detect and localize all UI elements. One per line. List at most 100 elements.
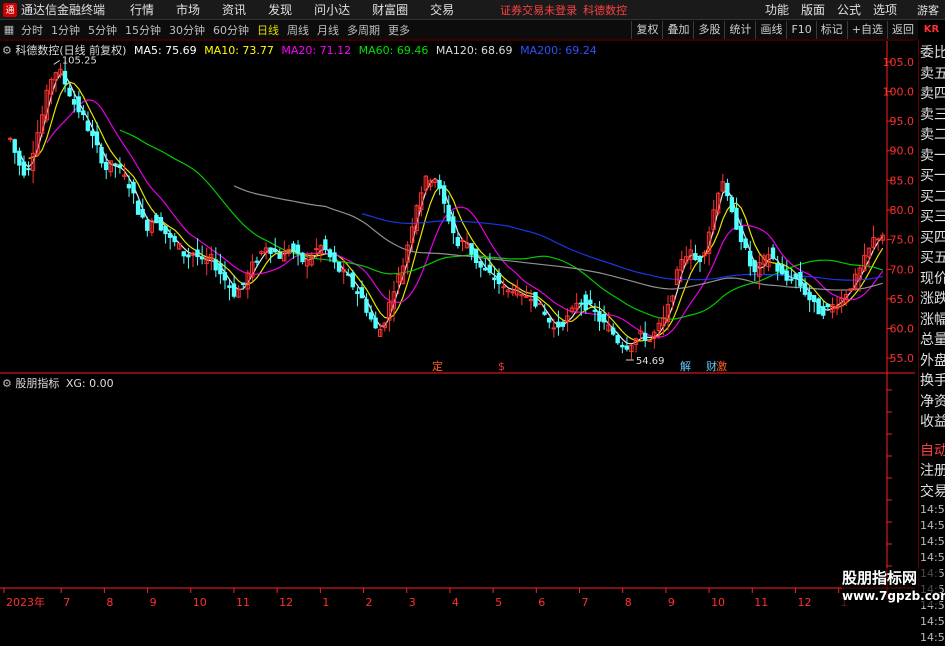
y-tick-label: 95.0 bbox=[890, 115, 915, 128]
candle-body bbox=[167, 233, 173, 238]
right-menu: 功能 版面 公式 选项 bbox=[759, 1, 903, 18]
candle-body bbox=[734, 207, 739, 230]
ma120-value: MA120: 68.69 bbox=[435, 44, 513, 57]
tab-1min[interactable]: 1分钟 bbox=[48, 22, 85, 38]
back-button[interactable]: 返回 bbox=[887, 20, 918, 39]
candle-body bbox=[542, 311, 547, 315]
multi-stock-button[interactable]: 多股 bbox=[693, 20, 724, 39]
tab-more[interactable]: 更多 bbox=[385, 22, 415, 38]
tab-multi-period[interactable]: 多周期 bbox=[344, 22, 385, 38]
kline-chart[interactable]: 105.0 100.0 95.0 90.0 85.0 80.0 75.0 70.0 65.0 60… bbox=[0, 40, 915, 609]
menu-ask-xiaoda[interactable]: 问小达 bbox=[303, 1, 361, 18]
menu-options[interactable]: 选项 bbox=[867, 1, 903, 18]
menu-layout[interactable]: 版面 bbox=[795, 1, 831, 18]
quote-label: 买二 bbox=[920, 188, 945, 205]
candle-body bbox=[483, 268, 488, 271]
quote-label: 涨幅 bbox=[920, 311, 945, 328]
candle-body bbox=[875, 238, 881, 241]
candle-body bbox=[441, 185, 447, 204]
candle-body bbox=[199, 256, 205, 260]
menu-news[interactable]: 资讯 bbox=[211, 1, 257, 18]
menu-function[interactable]: 功能 bbox=[759, 1, 795, 18]
candle-body bbox=[743, 238, 748, 248]
candle-body bbox=[218, 263, 223, 275]
tab-15min[interactable]: 15分钟 bbox=[122, 22, 166, 38]
tick-time: 14:56 bbox=[920, 551, 945, 564]
candle-body bbox=[478, 261, 483, 268]
candle-body bbox=[131, 181, 136, 194]
low-marker: 54.69 bbox=[636, 356, 665, 367]
x-tick-label: 8 bbox=[625, 596, 632, 609]
x-tick-label: 2023年 bbox=[6, 595, 45, 609]
candle-body bbox=[90, 130, 95, 137]
tab-timeshare[interactable]: 分时 bbox=[18, 22, 48, 38]
settings-icon[interactable]: ⚙ bbox=[2, 44, 12, 57]
candle-body bbox=[802, 283, 808, 295]
candle-body bbox=[487, 264, 492, 273]
candle-body bbox=[779, 264, 785, 275]
candle-body bbox=[368, 312, 374, 320]
candle-body bbox=[113, 163, 118, 166]
candle-body bbox=[551, 327, 556, 330]
quote-label: 卖五 bbox=[920, 65, 945, 82]
login-notice[interactable]: 证券交易未登录 bbox=[500, 2, 577, 18]
settings-icon[interactable]: ⚙ bbox=[2, 377, 12, 390]
tab-60min[interactable]: 60分钟 bbox=[210, 22, 254, 38]
candle-body bbox=[821, 306, 826, 316]
candle-body bbox=[135, 200, 141, 215]
menu-discover[interactable]: 发现 bbox=[257, 1, 303, 18]
event-marker: 激 bbox=[716, 359, 727, 373]
tab-weekly[interactable]: 周线 bbox=[284, 22, 314, 38]
quote-label: 买三 bbox=[920, 209, 945, 225]
side-label[interactable]: 注册 bbox=[919, 461, 945, 482]
grid-icon[interactable]: ▦ bbox=[0, 23, 18, 36]
event-marker: 解 bbox=[680, 359, 691, 373]
quote-label: 现价 bbox=[920, 270, 945, 287]
menu-trade[interactable]: 交易 bbox=[419, 1, 465, 18]
mark-button[interactable]: 标记 bbox=[815, 20, 847, 39]
candle-body bbox=[501, 286, 506, 289]
candle-body bbox=[770, 247, 776, 259]
candle-body bbox=[738, 225, 744, 243]
candle-body bbox=[537, 302, 543, 305]
candle-body bbox=[195, 249, 200, 258]
candle-body bbox=[81, 110, 86, 116]
candle-body bbox=[496, 272, 502, 285]
quote-label: 净资 bbox=[920, 393, 945, 410]
menu-wealth-circle[interactable]: 财富圈 bbox=[361, 1, 419, 18]
f10-button[interactable]: F10 bbox=[786, 20, 815, 39]
auto-label[interactable]: 自动 bbox=[919, 441, 945, 462]
candle-body bbox=[99, 146, 104, 164]
tab-5min[interactable]: 5分钟 bbox=[85, 22, 122, 38]
guest-label[interactable]: 游客 bbox=[917, 2, 939, 18]
quote-label: 外盘 bbox=[920, 352, 945, 369]
side-label[interactable]: 交易 bbox=[919, 482, 945, 503]
candle-body bbox=[697, 256, 703, 262]
x-tick-label: 10 bbox=[711, 596, 725, 609]
restore-rights-button[interactable]: 复权 bbox=[631, 20, 662, 39]
candle-body bbox=[473, 248, 479, 264]
candle-body bbox=[798, 272, 803, 287]
tab-daily[interactable]: 日线 bbox=[254, 22, 284, 38]
candle-body bbox=[647, 340, 652, 343]
draw-line-button[interactable]: 画线 bbox=[755, 20, 786, 39]
tab-monthly[interactable]: 月线 bbox=[314, 22, 344, 38]
overlay-button[interactable]: 叠加 bbox=[662, 20, 693, 39]
candle-body bbox=[446, 204, 451, 222]
candle-body bbox=[314, 248, 319, 251]
candle-body bbox=[373, 317, 378, 329]
statistics-button[interactable]: 统计 bbox=[724, 20, 755, 39]
ma20-line bbox=[46, 99, 884, 338]
ma60-value: MA60: 69.46 bbox=[358, 44, 429, 57]
menu-quotes[interactable]: 行情 bbox=[119, 1, 165, 18]
add-watchlist-button[interactable]: +自选 bbox=[846, 20, 887, 39]
menu-market[interactable]: 市场 bbox=[165, 1, 211, 18]
candle-body bbox=[67, 87, 72, 97]
candle-body bbox=[556, 321, 561, 328]
tick-time: 14:56 bbox=[920, 615, 945, 628]
candle-body bbox=[94, 131, 100, 146]
menu-formula[interactable]: 公式 bbox=[831, 1, 867, 18]
x-tick-label: 2 bbox=[366, 596, 373, 609]
tab-30min[interactable]: 30分钟 bbox=[166, 22, 210, 38]
candle-body bbox=[729, 197, 735, 213]
